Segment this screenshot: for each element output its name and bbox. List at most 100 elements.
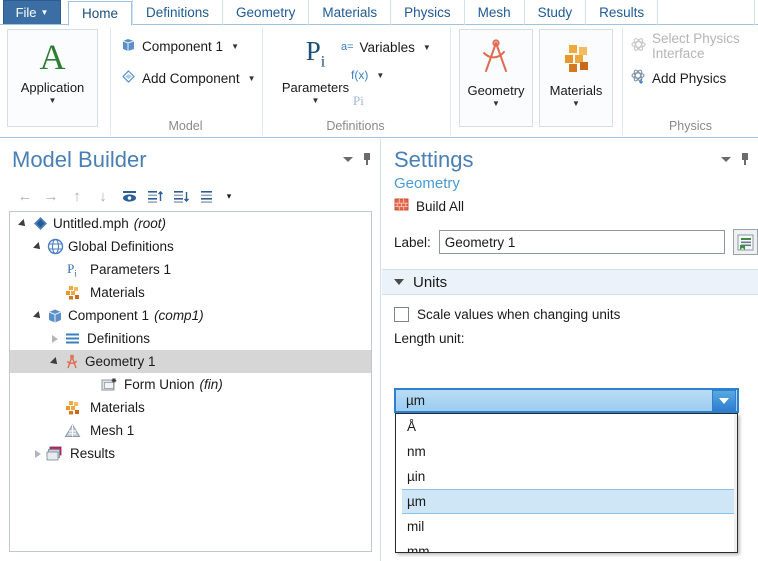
dropdown-option-mm[interactable]: mm [396, 539, 737, 553]
ribbon-group-physics: Select Physics Interface Add Physics Phy… [622, 27, 758, 135]
tree-item-label: Geometry 1 [85, 354, 156, 369]
panel-menu-icon[interactable] [721, 157, 731, 162]
geometry-compass-icon [476, 37, 516, 80]
twisty-closed-icon[interactable] [48, 335, 62, 343]
collapse-all-icon[interactable] [168, 185, 194, 207]
geometry-button[interactable]: Geometry ▼ [459, 29, 533, 127]
comsol-window: File ▼ Home Definitions Geometry Materia… [0, 0, 758, 561]
tree-item-label: Form Union [124, 377, 195, 392]
build-all-button[interactable]: Build All [382, 192, 758, 215]
tab-label: Definitions [146, 5, 209, 20]
ribbon-tabs: Home Definitions Geometry Materials Phys… [68, 0, 658, 25]
file-menu-label: File [16, 5, 37, 20]
materials-grid-icon [556, 37, 596, 80]
dropdown-left-strip [396, 414, 402, 553]
tree-item-global-definitions[interactable]: Global Definitions [10, 235, 371, 258]
twisty-open-icon[interactable] [48, 358, 62, 366]
tab-label: Physics [404, 5, 451, 20]
length-unit-dropdown-list[interactable]: Å nm µin µm mil mm [395, 413, 738, 553]
dropdown-option-angstrom[interactable]: Å [396, 414, 737, 439]
chevron-down-icon: ▼ [231, 42, 239, 51]
list-options-icon[interactable] [194, 185, 220, 207]
add-physics-button[interactable]: Add Physics [631, 66, 758, 90]
tree-item-label: Untitled.mph [53, 216, 129, 231]
tree-item-mesh-1[interactable]: Mesh 1 [10, 419, 371, 442]
file-menu-button[interactable]: File ▼ [3, 0, 61, 24]
tree-item-component-materials[interactable]: Materials [10, 396, 371, 419]
tree-item-label: Parameters 1 [90, 262, 171, 277]
chevron-down-icon: ▼ [248, 74, 256, 83]
panel-menu-icon[interactable] [343, 157, 353, 162]
tab-home[interactable]: Home [68, 1, 132, 26]
tree-item-untitled-mph[interactable]: Untitled.mph (root) [10, 212, 371, 235]
label-input[interactable]: Geometry 1 [439, 230, 725, 254]
move-down-icon[interactable]: ↓ [90, 185, 116, 207]
tab-geometry[interactable]: Geometry [222, 0, 308, 25]
pi-icon-small: Pi [353, 93, 364, 109]
twisty-closed-icon[interactable] [31, 450, 45, 458]
physics-atom-icon-disabled [631, 37, 646, 55]
settings-title: Settings [382, 139, 758, 173]
dropdown-scrollbar[interactable] [734, 414, 737, 553]
label-description-button[interactable] [733, 229, 758, 255]
chevron-down-icon[interactable] [394, 279, 404, 285]
form-union-icon [100, 377, 120, 393]
tree-item-label: Definitions [87, 331, 150, 346]
forward-icon[interactable]: → [38, 185, 64, 207]
materials-icon [62, 400, 82, 415]
scale-values-checkbox-row[interactable]: Scale values when changing units [382, 295, 758, 322]
dropdown-option-microinch[interactable]: µin [396, 464, 737, 489]
tree-item-global-materials[interactable]: Materials [10, 281, 371, 304]
chevron-down-icon: ▼ [41, 9, 49, 17]
tree-item-suffix: (comp1) [154, 308, 204, 323]
ribbon-group-label-definitions: Definitions [263, 119, 448, 133]
units-section-header[interactable]: Units [382, 269, 758, 295]
tree-item-geometry-1[interactable]: Geometry 1 [10, 350, 371, 373]
move-up-icon[interactable]: ↑ [64, 185, 90, 207]
chevron-down-icon[interactable]: ▾ [220, 185, 238, 207]
tab-definitions[interactable]: Definitions [132, 0, 222, 25]
component-1-label: Component 1 [142, 39, 223, 54]
variables-button[interactable]: a= Variables ▼ [341, 35, 431, 59]
ribbon: A Application ▼ Component 1 ▼ [0, 25, 758, 138]
tree-item-form-union[interactable]: Form Union (fin) [10, 373, 371, 396]
tree-item-component-1[interactable]: Component 1 (comp1) [10, 304, 371, 327]
component-1-button[interactable]: Component 1 ▼ [121, 34, 256, 58]
dropdown-option-micrometer[interactable]: µm [396, 489, 737, 514]
pin-icon[interactable] [362, 153, 372, 165]
show-hide-icon[interactable] [116, 185, 142, 207]
twisty-open-icon[interactable] [31, 312, 45, 320]
functions-button[interactable]: f(x) ▼ [341, 63, 431, 87]
model-tree[interactable]: Untitled.mph (root) Global Definitions P… [9, 211, 372, 552]
scale-values-checkbox[interactable] [394, 307, 409, 322]
pin-icon[interactable] [740, 153, 750, 165]
length-unit-combobox[interactable]: µm [394, 388, 739, 413]
tab-results[interactable]: Results [585, 0, 658, 25]
combobox-arrow-button[interactable] [712, 390, 736, 411]
twisty-open-icon[interactable] [16, 220, 30, 228]
tab-study[interactable]: Study [524, 0, 586, 25]
add-component-button[interactable]: Add Component ▼ [121, 66, 256, 90]
add-component-label: Add Component [142, 71, 240, 86]
expand-all-icon[interactable] [142, 185, 168, 207]
dropdown-option-mil[interactable]: mil [396, 514, 737, 539]
application-button[interactable]: A Application ▼ [7, 29, 98, 127]
tree-item-definitions[interactable]: Definitions [10, 327, 371, 350]
pi-small-button[interactable]: Pi [341, 89, 431, 113]
tab-physics[interactable]: Physics [390, 0, 464, 25]
tab-label: Study [538, 5, 573, 20]
tree-item-parameters-1[interactable]: Pi Parameters 1 [10, 258, 371, 281]
tab-mesh[interactable]: Mesh [464, 0, 524, 25]
tree-item-suffix: (fin) [200, 377, 223, 392]
twisty-open-icon[interactable] [31, 243, 45, 251]
tree-item-label: Component 1 [68, 308, 149, 323]
select-physics-interface-button[interactable]: Select Physics Interface [631, 34, 758, 58]
materials-button[interactable]: Materials ▼ [539, 29, 613, 127]
label-row: Label: Geometry 1 [382, 215, 758, 255]
model-builder-title: Model Builder [0, 139, 380, 173]
dropdown-option-nm[interactable]: nm [396, 439, 737, 464]
back-icon[interactable]: ← [12, 185, 38, 207]
tab-materials[interactable]: Materials [308, 0, 390, 25]
tree-item-results[interactable]: Results [10, 442, 371, 465]
model-builder-header-controls [343, 153, 372, 165]
